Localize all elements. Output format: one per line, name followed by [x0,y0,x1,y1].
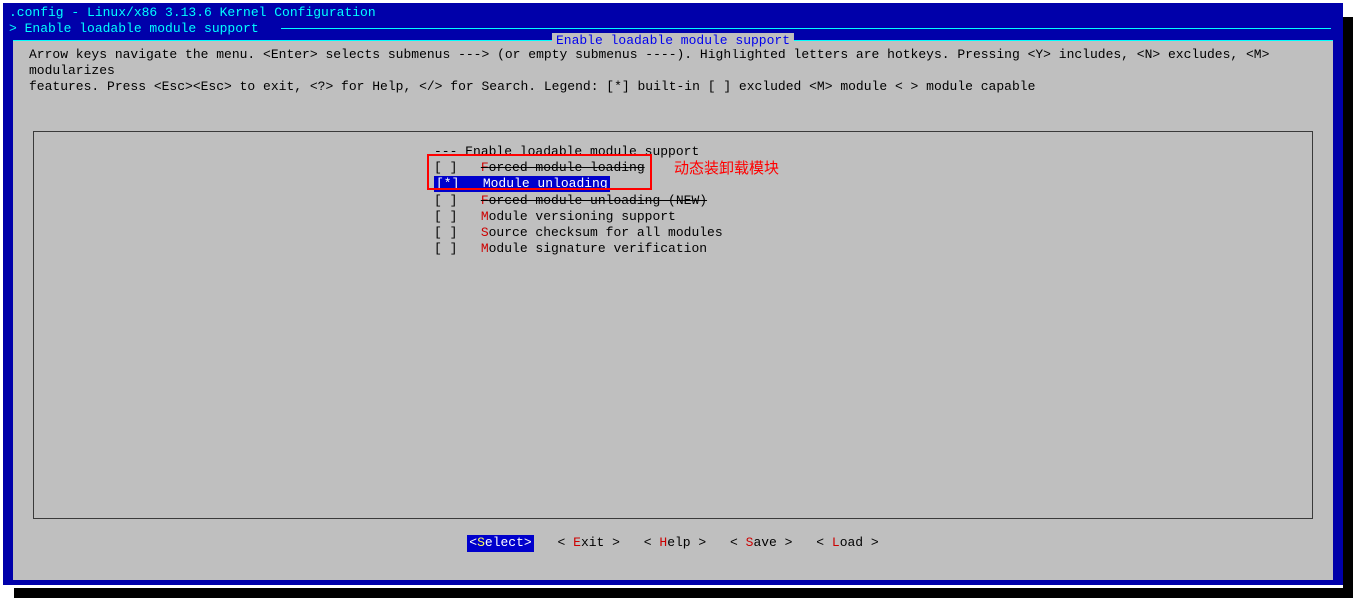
menu-item-module-signature[interactable]: [ ] Module signature verification [434,241,723,257]
exit-button[interactable]: < Exit > [558,535,620,551]
help-text: Arrow keys navigate the menu. <Enter> se… [13,41,1333,102]
load-button[interactable]: < Load > [816,535,878,551]
select-button[interactable]: <Select> [467,535,533,551]
dialog-title: Enable loadable module support [552,33,794,49]
menu-frame: --- Enable loadable module support [ ] F… [33,131,1313,519]
menu-item-forced-module-unloading[interactable]: [ ] Forced module unloading (NEW) [434,193,723,209]
menu-item-header[interactable]: --- Enable loadable module support [434,144,723,160]
help-line-2: features. Press <Esc><Esc> to exit, <?> … [29,79,1317,95]
dialog-box: Enable loadable module support Arrow key… [13,40,1333,580]
menu-list: --- Enable loadable module support [ ] F… [434,144,723,256]
window-shadow-bottom [14,588,1353,598]
button-bar: <Select> < Exit > < Help > < Save > < Lo… [13,527,1333,559]
help-button[interactable]: < Help > [644,535,706,551]
menu-item-module-unloading[interactable]: [*] Module unloading [434,176,723,192]
menu-item-forced-module-loading[interactable]: [ ] Forced module loading [434,160,723,176]
window-title: .config - Linux/x86 3.13.6 Kernel Config… [3,3,1343,21]
menu-item-source-checksum[interactable]: [ ] Source checksum for all modules [434,225,723,241]
save-button[interactable]: < Save > [730,535,792,551]
help-line-1: Arrow keys navigate the menu. <Enter> se… [29,47,1317,80]
window-shadow-right [1343,17,1353,592]
terminal-window: .config - Linux/x86 3.13.6 Kernel Config… [3,3,1343,585]
menu-item-module-versioning[interactable]: [ ] Module versioning support [434,209,723,225]
